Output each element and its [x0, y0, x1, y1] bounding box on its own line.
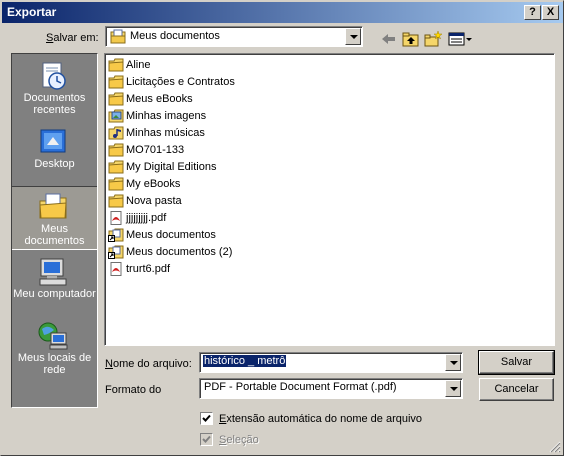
place-label: Meus documentos	[24, 223, 85, 247]
cancel-button[interactable]: Cancelar	[479, 378, 554, 401]
file-name: My eBooks	[126, 178, 181, 190]
title-bar[interactable]: Exportar ? X	[2, 2, 563, 23]
shortcut-icon	[108, 228, 124, 242]
file-name: My Digital Editions	[126, 161, 217, 173]
view-menu-button[interactable]	[447, 29, 473, 49]
place-network[interactable]: Meus locais de rede	[12, 316, 97, 382]
filename-dropdown-arrow[interactable]	[445, 354, 461, 371]
new-folder-button[interactable]	[423, 29, 443, 49]
pictures-folder-icon	[108, 109, 124, 123]
new-folder-icon	[424, 30, 443, 47]
music-folder-icon	[108, 126, 124, 140]
folder-icon	[108, 92, 124, 106]
up-folder-icon	[402, 32, 419, 47]
help-button[interactable]: ?	[524, 5, 541, 20]
place-label: Meus locais de rede	[17, 352, 92, 376]
checkmark-icon	[202, 414, 211, 422]
auto-extension-label[interactable]: Extensão automática do nome de arquivo	[219, 413, 422, 425]
place-label: Meu computador	[13, 288, 96, 300]
format-dropdown-arrow[interactable]	[445, 380, 461, 397]
checkmark-icon	[202, 435, 211, 443]
close-button[interactable]: X	[542, 5, 559, 20]
recent-documents-icon	[42, 62, 66, 90]
folder-icon	[108, 75, 124, 89]
places-bar: Documentos recentes Desktop Meus documen…	[11, 53, 98, 408]
place-label: Documentos recentes	[23, 92, 86, 116]
place-desktop[interactable]: Desktop	[12, 122, 97, 188]
save-button[interactable]: Salvar	[478, 350, 555, 375]
up-one-level-button[interactable]	[401, 29, 421, 49]
save-in-label: Salvar em:	[46, 32, 99, 44]
file-name: Aline	[126, 59, 151, 71]
pdf-file-icon	[110, 211, 122, 225]
selection-label: Seleção	[219, 434, 259, 446]
filename-value[interactable]: histórico _ metrô	[201, 354, 288, 368]
file-name: Nova pasta	[126, 195, 182, 207]
filename-input[interactable]: histórico _ metrô	[199, 352, 463, 373]
export-dialog: Exportar ? X Salvar em: Meus documentos	[0, 0, 564, 456]
selection-checkbox	[200, 433, 213, 446]
back-arrow-icon	[382, 34, 395, 44]
resize-grip-icon[interactable]	[549, 441, 561, 453]
file-name: MO701-133	[126, 144, 185, 156]
place-my-computer[interactable]: Meu computador	[12, 252, 97, 318]
file-name: Minhas imagens	[126, 110, 207, 122]
file-name: Meus documentos (2)	[126, 246, 233, 258]
file-name: Licitações e Contratos	[126, 76, 235, 88]
format-label: Formato do	[105, 384, 162, 396]
file-name: trurt6.pdf	[126, 263, 171, 275]
place-label: Desktop	[34, 158, 75, 170]
format-select[interactable]: PDF - Portable Document Format (.pdf)	[199, 378, 463, 399]
folder-icon	[108, 177, 124, 191]
file-name: jjjjjjjjj.pdf	[126, 212, 167, 224]
format-value: PDF - Portable Document Format (.pdf)	[204, 381, 397, 393]
view-menu-icon	[448, 32, 472, 46]
my-documents-icon	[110, 29, 126, 44]
my-computer-icon	[39, 258, 67, 286]
file-name: Meus eBooks	[126, 93, 193, 105]
pdf-file-icon	[110, 262, 122, 276]
filename-label: Nome do arquivo:	[105, 358, 192, 370]
folder-icon	[108, 194, 124, 208]
save-in-combo[interactable]: Meus documentos	[105, 26, 363, 47]
folder-icon	[108, 58, 124, 72]
place-my-documents[interactable]: Meus documentos	[12, 186, 97, 250]
file-name: Minhas músicas	[126, 127, 205, 139]
window-title: Exportar	[7, 5, 57, 19]
folder-icon	[108, 160, 124, 174]
file-list[interactable]: Aline Licitações e Contratos Meus eBooks Mi…	[104, 53, 555, 346]
auto-extension-checkbox[interactable]	[200, 412, 213, 425]
my-documents-icon	[39, 193, 67, 219]
save-in-value: Meus documentos	[130, 30, 220, 42]
back-button[interactable]	[379, 29, 399, 49]
file-name: Meus documentos	[126, 229, 216, 241]
network-places-icon	[38, 322, 68, 350]
save-in-dropdown-arrow[interactable]	[345, 28, 361, 45]
desktop-icon	[40, 129, 66, 153]
shortcut-icon	[108, 245, 124, 259]
folder-icon	[108, 143, 124, 157]
place-recent-documents[interactable]: Documentos recentes	[12, 56, 97, 122]
